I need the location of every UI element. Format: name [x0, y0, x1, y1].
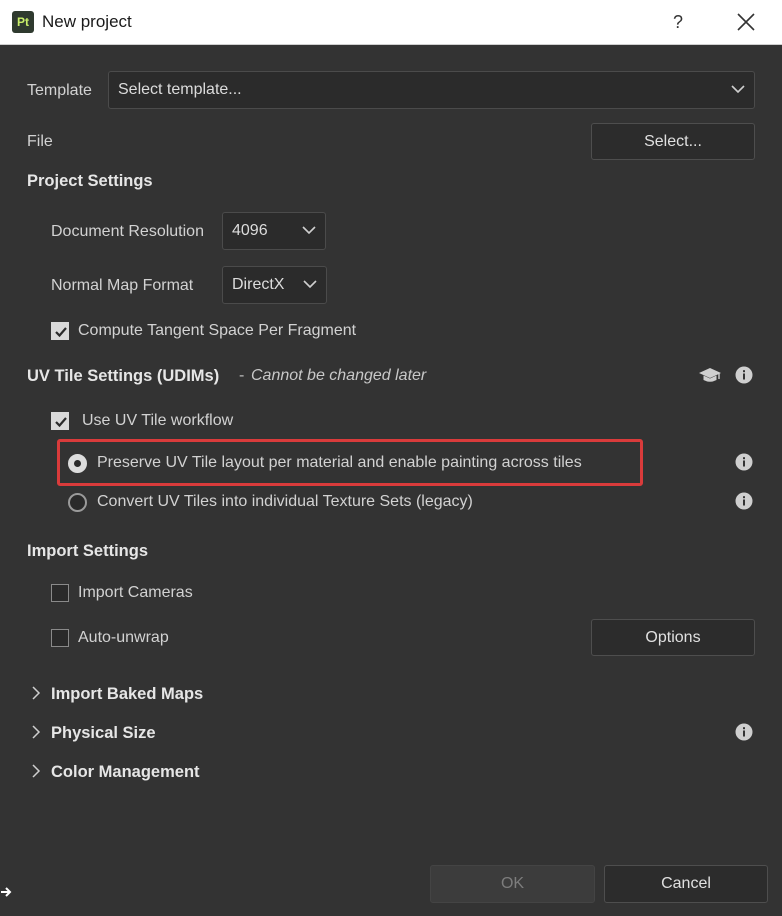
- mouse-cursor-icon: [1, 887, 12, 897]
- tangent-label: Compute Tangent Space Per Fragment: [78, 322, 357, 339]
- checkmark-icon: [55, 327, 67, 338]
- uv-workflow-label: Use UV Tile workflow: [82, 412, 234, 429]
- template-value: Select template...: [118, 81, 242, 98]
- uv-tile-note: Cannot be changed later: [251, 367, 427, 384]
- chevron-right-icon[interactable]: [31, 686, 41, 700]
- import-cameras-checkbox[interactable]: [51, 584, 69, 602]
- normal-map-label: Normal Map Format: [51, 277, 194, 294]
- convert-label: Convert UV Tiles into individual Texture…: [97, 493, 473, 510]
- chevron-right-icon[interactable]: [31, 725, 41, 739]
- chevron-down-icon: [303, 280, 317, 289]
- info-icon[interactable]: [735, 492, 753, 510]
- import-baked-maps-expander[interactable]: Import Baked Maps: [51, 685, 203, 704]
- academy-cap-icon[interactable]: [698, 365, 722, 385]
- painter-logo-icon: Pt: [12, 11, 34, 33]
- project-settings-heading: Project Settings: [27, 172, 153, 190]
- import-settings-heading: Import Settings: [27, 542, 149, 560]
- file-select-button[interactable]: Select...: [591, 123, 755, 160]
- uv-tile-heading: UV Tile Settings (UDIMs): [27, 367, 220, 385]
- cancel-button[interactable]: Cancel: [604, 865, 768, 903]
- chevron-down-icon: [731, 85, 745, 94]
- preserve-radio[interactable]: [68, 454, 87, 473]
- chevron-right-icon[interactable]: [31, 764, 41, 778]
- template-label: Template: [27, 82, 92, 99]
- options-button[interactable]: Options: [591, 619, 755, 656]
- window-title: New project: [42, 12, 132, 31]
- ok-button[interactable]: OK: [430, 865, 595, 903]
- close-icon: [737, 13, 755, 31]
- auto-unwrap-checkbox[interactable]: [51, 629, 69, 647]
- title-bar: Pt New project ?: [0, 0, 782, 45]
- resolution-label: Document Resolution: [51, 223, 204, 240]
- file-label: File: [27, 133, 53, 150]
- import-cameras-label: Import Cameras: [78, 584, 193, 601]
- resolution-dropdown[interactable]: 4096: [222, 212, 326, 250]
- template-dropdown[interactable]: Select template...: [108, 71, 755, 109]
- color-management-expander[interactable]: Color Management: [51, 763, 200, 782]
- preserve-label: Preserve UV Tile layout per material and…: [97, 454, 582, 471]
- chevron-down-icon: [302, 226, 316, 235]
- physical-size-expander[interactable]: Physical Size: [51, 724, 156, 743]
- info-icon[interactable]: [735, 453, 753, 471]
- uv-tile-separator: -: [239, 367, 245, 384]
- close-button[interactable]: [732, 8, 760, 36]
- tangent-checkbox[interactable]: [51, 322, 69, 340]
- checkmark-icon: [55, 417, 67, 428]
- info-icon[interactable]: [735, 366, 753, 384]
- help-button[interactable]: ?: [664, 8, 692, 36]
- normal-map-value: DirectX: [232, 276, 285, 293]
- info-icon[interactable]: [735, 723, 753, 741]
- uv-workflow-checkbox[interactable]: [51, 412, 69, 430]
- normal-map-dropdown[interactable]: DirectX: [222, 266, 327, 304]
- auto-unwrap-label: Auto-unwrap: [78, 629, 169, 646]
- convert-radio[interactable]: [68, 493, 87, 512]
- resolution-value: 4096: [232, 222, 268, 239]
